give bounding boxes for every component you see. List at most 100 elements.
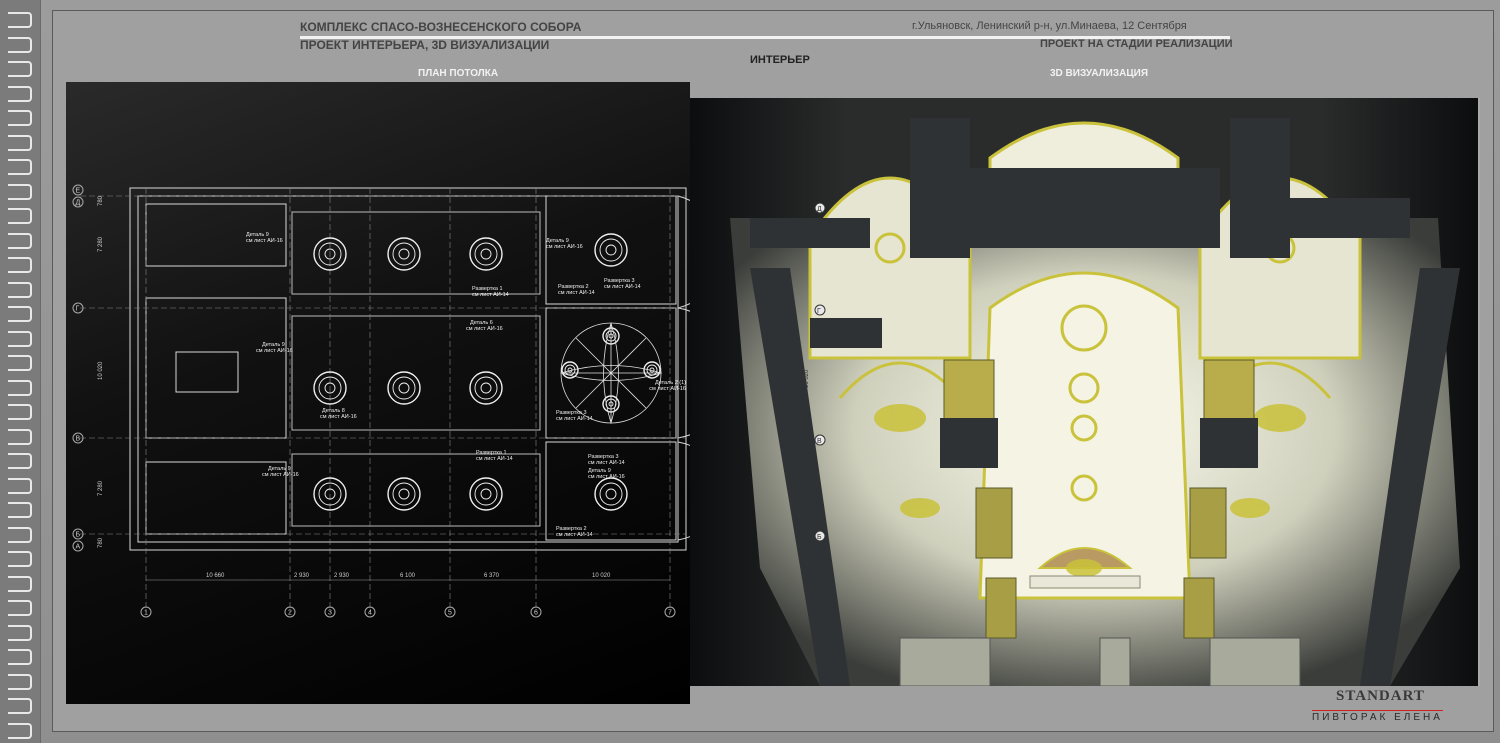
binding-ring [8, 330, 32, 347]
viz-cut-wall [750, 218, 870, 248]
binding-ring [8, 85, 32, 102]
project-address: г.Ульяновск, Ленинский р-н, ул.Минаева, … [912, 20, 1187, 32]
binding-ring [8, 575, 32, 592]
plan-label: см лист АИ-14 [588, 460, 625, 466]
plan-axis-number: 5 [448, 610, 452, 617]
plan-rosette [480, 382, 492, 394]
plan-dim: 2 930 [334, 573, 350, 579]
plan-rosette [605, 488, 617, 500]
binding-ring [8, 281, 32, 298]
plan-apse [677, 195, 690, 309]
plan-label: см лист АИ-14 [476, 456, 513, 462]
plan-axis-number: 2 [288, 610, 292, 617]
plan-rosette [599, 238, 623, 262]
plan-label: см лист АИ-16 [262, 472, 299, 478]
plan-axis-number: 4 [368, 610, 372, 617]
binding-ring [8, 673, 32, 690]
ceiling-plan-drawing: 1234567 ЕДГВБА 10 660 2 930 2 930 6 100 … [72, 184, 690, 618]
plan-rosette [392, 482, 416, 506]
binding-ring [8, 12, 32, 28]
plan-dim: 780 [98, 195, 104, 206]
viz-icon-case [975, 487, 1013, 559]
plan-axis-number: 6 [534, 610, 538, 617]
plan-nave-bay [291, 211, 541, 295]
plan-label: см лист АИ-16 [649, 386, 686, 392]
plan-rosette [480, 248, 492, 260]
plan-caption: ПЛАН ПОТОЛКА [418, 68, 499, 79]
binding-ring [8, 698, 32, 714]
binding-ring [8, 624, 32, 641]
binding-ring [8, 232, 32, 249]
viz-icon-case [1189, 487, 1227, 559]
viz-chandelier [1066, 559, 1102, 577]
plan-dim: 10 020 [592, 573, 611, 579]
binding-ring [8, 306, 32, 322]
binding-ring [8, 355, 32, 371]
binding-ring [8, 110, 32, 126]
viz-dim: 10 020 [804, 369, 810, 388]
plan-axis-letter: Г [76, 306, 80, 313]
project-status: ПРОЕКТ НА СТАДИИ РЕАЛИЗАЦИИ [1040, 38, 1233, 50]
binding-ring [8, 379, 32, 396]
plan-label: см лист АИ-14 [558, 290, 595, 296]
plan-dim: 780 [98, 537, 104, 548]
binding-ring [8, 257, 32, 273]
binding-ring [8, 722, 32, 739]
section-title: ИНТЕРЬЕР [750, 54, 810, 66]
binding-ring [8, 649, 32, 665]
binding-ring [8, 134, 32, 151]
plan-apse [677, 307, 690, 439]
plan-axis-letter: Д [76, 200, 81, 207]
visualization-3d: Д Г В Б 10 020 7 280 [690, 98, 1478, 686]
binding-ring [8, 600, 32, 616]
plan-axis-letter: Б [76, 532, 81, 539]
viz-dim: 7 280 [804, 482, 810, 498]
binding-ring [8, 428, 32, 445]
plan-label: см лист АИ-16 [246, 238, 283, 244]
viz-balcony [1029, 575, 1141, 589]
studio-logo: STANDART [1336, 688, 1425, 704]
plan-label: см лист АИ-14 [472, 292, 509, 298]
plan-axis-letter: Е [76, 188, 81, 195]
viz-chandelier [1230, 498, 1270, 518]
plan-rosette [398, 248, 410, 260]
plan-west-core [175, 351, 239, 393]
plan-axis-number: 3 [328, 610, 332, 617]
plan-nave-bay [291, 453, 541, 527]
plan-rosette [398, 382, 410, 394]
binding-ring [8, 36, 32, 53]
plan-dim: 10 660 [206, 573, 225, 579]
viz-icon-case [1183, 577, 1215, 639]
plan-label: см лист АИ-16 [256, 348, 293, 354]
plan-rosette [599, 482, 623, 506]
plan-label: см лист АИ-14 [604, 284, 641, 290]
plan-label: см лист АИ-16 [466, 326, 503, 332]
visualization-render: Д Г В Б 10 020 7 280 [690, 98, 1478, 686]
viz-chandelier [1254, 404, 1306, 432]
binding-ring [8, 404, 32, 420]
plan-central-star-rays [560, 322, 663, 425]
spiral-binding [0, 0, 41, 743]
viz-axis-label: Б [817, 534, 822, 541]
viz-frame-edge [1478, 98, 1480, 686]
plan-dim: 7 280 [98, 236, 104, 252]
viz-cut-wall [970, 168, 1220, 248]
plan-label: см лист АИ-14 [556, 532, 593, 538]
header-rule [300, 36, 1230, 39]
binding-ring [8, 526, 32, 543]
viz-cut-wall [910, 118, 970, 258]
plan-label: см лист АИ-16 [320, 414, 357, 420]
viz-icon-case [985, 577, 1017, 639]
plan-apse [677, 441, 690, 541]
plan-dim: 2 930 [294, 573, 310, 579]
viz-window [1099, 637, 1131, 686]
viz-axis-label: Д [817, 206, 822, 213]
plan-rosette [392, 242, 416, 266]
viz-caption: 3D ВИЗУАЛИЗАЦИЯ [1050, 68, 1149, 79]
binding-ring [8, 183, 32, 200]
plan-dim: 6 100 [400, 573, 416, 579]
plan-dim: 7 280 [98, 480, 104, 496]
plan-rosette [474, 376, 498, 400]
viz-chandelier [900, 498, 940, 518]
plan-rosette [474, 242, 498, 266]
